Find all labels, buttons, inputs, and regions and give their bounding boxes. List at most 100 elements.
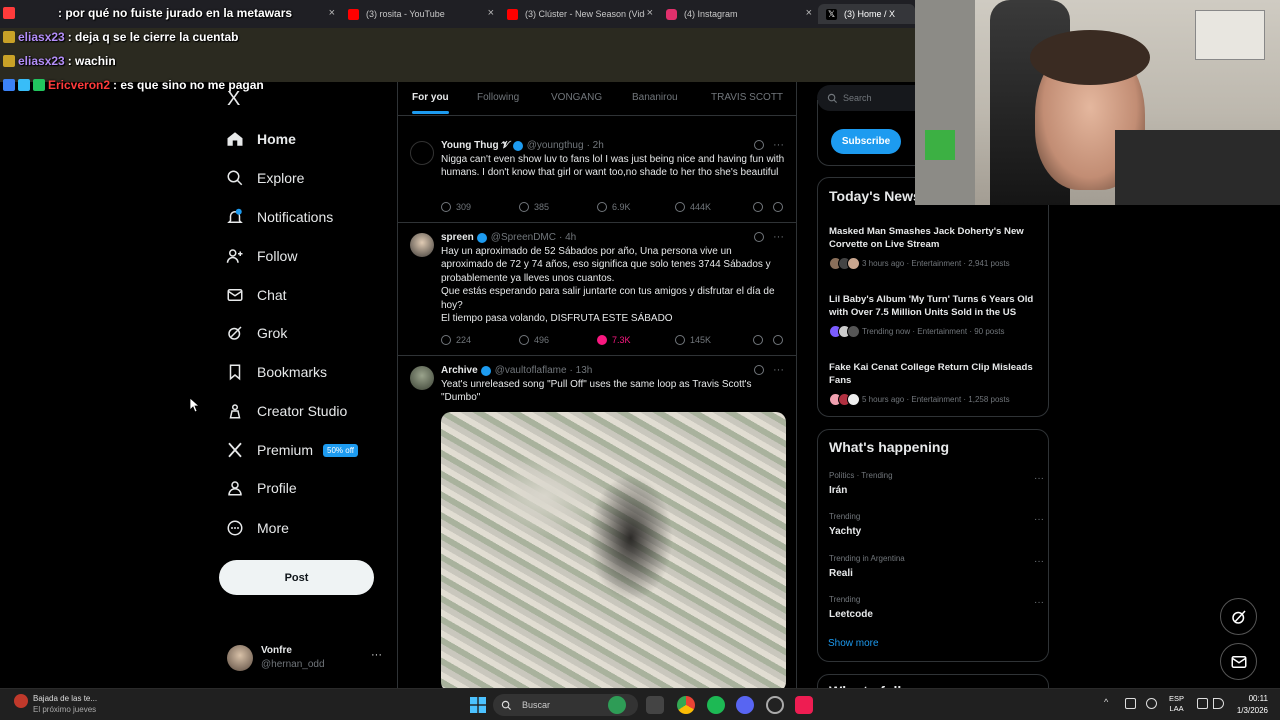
close-icon[interactable]: × [647,7,653,19]
weather-widget[interactable]: Bajada de las te... El próximo jueves [33,693,97,715]
bookmark-button[interactable] [753,202,768,212]
reply-button[interactable]: 309 [441,202,471,212]
avatar[interactable] [410,141,434,165]
tab-youtube-cluster[interactable]: (3) Clúster - New Season (Video... × [507,4,653,24]
chat-user: eliasx23 [18,30,65,44]
nav-chat[interactable]: Chat [226,283,287,307]
chrome-icon[interactable] [677,696,695,714]
repost-button[interactable]: 496 [519,335,549,345]
messages-floating-button[interactable] [1220,643,1257,680]
like-button[interactable]: 6.9K [597,202,631,212]
close-icon[interactable]: × [488,7,494,19]
tab-travis-scott[interactable]: TRAVIS SCOTT [711,92,783,103]
tweet-handle[interactable]: @youngthug [527,140,584,151]
close-icon[interactable]: × [806,7,812,19]
avatar[interactable] [227,645,253,671]
network-icon[interactable] [1125,698,1136,709]
tab-vongang[interactable]: VONGANG [551,92,602,103]
views-button[interactable]: 145K [675,335,711,345]
nav-bookmarks[interactable]: Bookmarks [226,360,327,384]
app-icon[interactable] [766,696,784,714]
language-indicator[interactable]: ESP LAA [1169,694,1184,714]
windows-start-icon[interactable] [470,697,486,718]
subscribe-button[interactable]: Subscribe [831,129,901,154]
nav-follow[interactable]: Follow [226,244,297,268]
more-icon[interactable]: ··· [1034,473,1044,484]
share-button[interactable] [773,335,788,345]
grok-icon[interactable] [754,140,764,150]
nav-profile[interactable]: Profile [226,476,297,500]
tiktok-icon[interactable] [795,696,813,714]
more-icon[interactable]: ··· [773,231,784,243]
tweet-author[interactable]: Young Thug 𝓥 [441,140,510,151]
tweet[interactable]: spreen @SpreenDMC · 4h ··· Hay un aproxi… [398,223,796,356]
more-icon[interactable]: ··· [773,364,784,376]
tab-bananirou[interactable]: Bananirou [632,92,678,103]
tweet-media-image[interactable] [441,412,786,688]
volume-icon[interactable] [1213,698,1224,709]
avatar[interactable] [410,366,434,390]
tweet[interactable]: Archive @vaultoflaflame · 13h ··· Yeat's… [398,356,796,688]
grok-floating-button[interactable] [1220,598,1257,635]
tweet-handle[interactable]: @SpreenDMC [491,232,556,243]
nav-more[interactable]: More [226,516,289,540]
weather-alert-icon [14,694,28,708]
tab-youtube-rosita[interactable]: (3) rosita - YouTube × [348,4,494,24]
chat-message: eliasx23 : deja q se le cierre la cuenta… [3,30,238,44]
nav-creator-studio[interactable]: Creator Studio [226,399,347,423]
file-explorer-icon[interactable] [646,696,664,714]
reply-button[interactable]: 224 [441,335,471,345]
tab-for-you[interactable]: For you [412,92,449,114]
system-clock[interactable]: 00:11 1/3/2026 [1226,693,1268,717]
nav-grok[interactable]: Grok [226,321,287,345]
bookmark-button[interactable] [753,335,768,345]
tab-instagram[interactable]: (4) Instagram × [666,4,812,24]
tab-following[interactable]: Following [477,92,519,103]
tweet-author[interactable]: spreen [441,232,474,243]
post-button[interactable]: Post [219,560,374,595]
app-icon[interactable] [608,696,626,714]
close-icon[interactable]: × [329,7,335,19]
tweet-time[interactable]: · 2h [587,140,604,151]
spotify-icon[interactable] [707,696,725,714]
timeline-tabs: For you Following VONGANG Bananirou TRAV… [398,82,796,116]
tweet[interactable]: Young Thug 𝓥 @youngthug · 2h ··· Nigga c… [398,131,796,223]
news-item[interactable]: Fake Kai Cenat College Return Clip Misle… [829,361,1044,406]
more-icon[interactable]: ··· [773,139,784,151]
x-logo-icon[interactable]: X [227,88,240,111]
tweet-time[interactable]: · 4h [559,232,576,243]
account-menu-icon[interactable]: ··· [371,649,382,661]
chevron-up-icon[interactable]: ^ [1104,697,1115,708]
more-icon[interactable]: ··· [1034,514,1044,525]
tweet-author[interactable]: Archive [441,365,478,376]
avatar[interactable] [410,233,434,257]
nav-notifications[interactable]: Notifications [226,205,333,229]
repost-button[interactable]: 385 [519,202,549,212]
tweet-time[interactable]: · 13h [570,365,593,376]
news-item[interactable]: Masked Man Smashes Jack Doherty's New Co… [829,225,1044,270]
display-icon[interactable] [1197,698,1208,709]
nav-premium[interactable]: Premium 50% off [226,438,358,462]
share-button[interactable] [773,202,788,212]
trend-item[interactable]: Trending Leetcode ··· [829,595,1044,620]
news-meta-text: Trending now · Entertainment · 90 posts [862,327,1005,336]
microphone-icon[interactable] [1146,698,1157,709]
nav-home[interactable]: Home [226,127,296,151]
tab-x-home[interactable]: 𝕏 (3) Home / X [818,4,915,24]
badge-icon [3,79,15,91]
trend-item[interactable]: Trending in Argentina Reali ··· [829,554,1044,579]
more-icon[interactable]: ··· [1034,597,1044,608]
nav-explore[interactable]: Explore [226,166,304,190]
show-more-link[interactable]: Show more [828,638,879,649]
grok-icon[interactable] [754,232,764,242]
news-item[interactable]: Lil Baby's Album 'My Turn' Turns 6 Years… [829,293,1044,338]
reply-count: 309 [456,202,472,212]
tweet-handle[interactable]: @vaultoflaflame [495,365,567,376]
trend-item[interactable]: Trending Yachty ··· [829,512,1044,537]
more-icon[interactable]: ··· [1034,556,1044,567]
trend-item[interactable]: Politics · Trending Irán ··· [829,471,1044,496]
like-button[interactable]: 7.3K [597,335,631,345]
grok-icon[interactable] [754,365,764,375]
views-button[interactable]: 444K [675,202,711,212]
discord-icon[interactable] [736,696,754,714]
